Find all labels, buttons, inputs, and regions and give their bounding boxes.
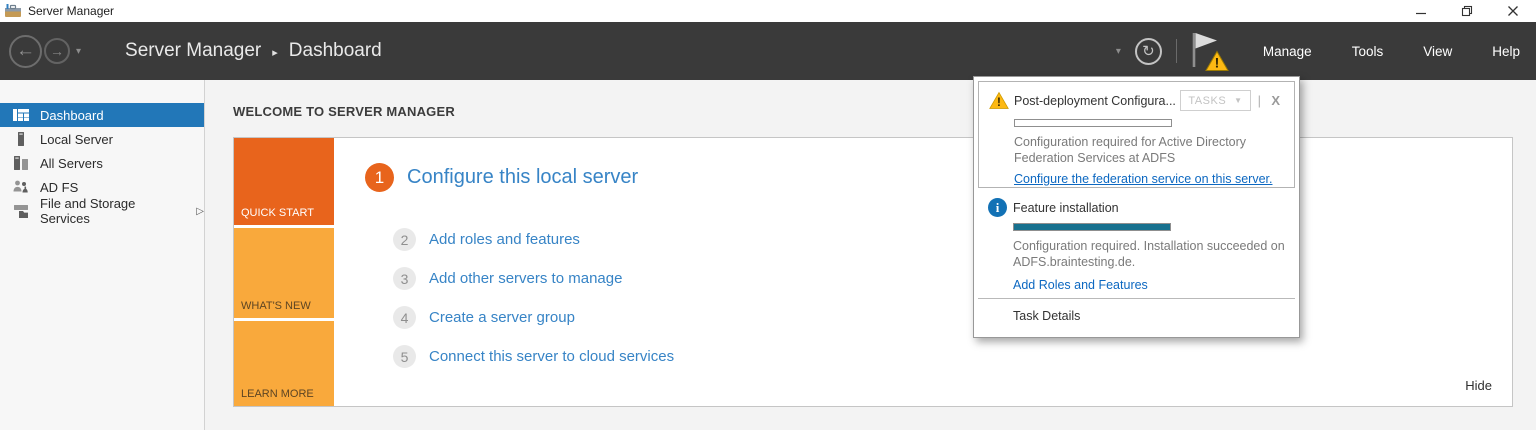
welcome-tile-tabs: QUICK START WHAT'S NEW LEARN MORE bbox=[234, 138, 334, 406]
tab-label: LEARN MORE bbox=[241, 388, 314, 400]
back-arrow-icon: ← bbox=[16, 40, 35, 61]
sidebar-item-label: File and Storage Services bbox=[40, 196, 136, 226]
sidebar-item-file-storage-services[interactable]: File and Storage Services ▷ bbox=[0, 196, 204, 226]
sidebar-item-local-server[interactable]: Local Server bbox=[0, 127, 204, 151]
window-titlebar: Server Manager bbox=[0, 0, 1536, 22]
server-manager-app-icon bbox=[5, 4, 21, 18]
step-link[interactable]: Create a server group bbox=[429, 309, 575, 326]
refresh-dropdown-caret[interactable]: ▾ bbox=[1116, 46, 1121, 57]
breadcrumb-dashboard[interactable]: Dashboard bbox=[289, 40, 382, 62]
history-dropdown-caret[interactable]: ▾ bbox=[76, 46, 81, 57]
task-details-link[interactable]: Task Details bbox=[1013, 309, 1080, 323]
progress-bar-empty bbox=[1014, 119, 1172, 127]
window-title: Server Manager bbox=[28, 4, 115, 18]
step-link[interactable]: Add roles and features bbox=[429, 231, 580, 248]
notification-description: Configuration required. Installation suc… bbox=[1013, 239, 1285, 269]
step-link[interactable]: Configure this local server bbox=[407, 166, 638, 189]
sidebar: Dashboard Local Server All Servers AD FS… bbox=[0, 80, 205, 430]
chevron-down-icon: ▼ bbox=[1234, 96, 1243, 105]
sidebar-item-all-servers[interactable]: All Servers bbox=[0, 151, 204, 175]
menu-manage[interactable]: Manage bbox=[1263, 44, 1312, 59]
close-button[interactable] bbox=[1490, 0, 1536, 22]
sidebar-item-label: Local Server bbox=[40, 131, 113, 147]
progress-bar-full bbox=[1013, 223, 1171, 231]
dashboard-content: WELCOME TO SERVER MANAGER QUICK START WH… bbox=[205, 80, 1536, 430]
svg-text:!: ! bbox=[1215, 55, 1220, 71]
step-add-roles-features[interactable]: 2 Add roles and features bbox=[393, 228, 580, 251]
breadcrumb-server-manager[interactable]: Server Manager bbox=[125, 40, 261, 62]
warning-icon: ! bbox=[989, 91, 1009, 115]
tab-learn-more[interactable]: LEARN MORE bbox=[234, 321, 334, 406]
step-number-badge: 1 bbox=[365, 163, 394, 192]
info-icon: i bbox=[988, 198, 1007, 217]
tasks-label: TASKS bbox=[1188, 94, 1227, 107]
notification-description: Configuration required for Active Direct… bbox=[1014, 135, 1247, 165]
step-connect-cloud-services[interactable]: 5 Connect this server to cloud services bbox=[393, 345, 674, 368]
tasks-dropdown-button[interactable]: TASKS ▼ bbox=[1180, 90, 1251, 111]
file-storage-icon bbox=[13, 203, 30, 219]
step-number-badge: 5 bbox=[393, 345, 416, 368]
tab-label: QUICK START bbox=[241, 207, 314, 219]
menu-view[interactable]: View bbox=[1423, 44, 1452, 59]
notification-title: Feature installation bbox=[1013, 201, 1119, 215]
step-configure-local-server[interactable]: 1 Configure this local server bbox=[365, 163, 638, 192]
configure-federation-service-link[interactable]: Configure the federation service on this… bbox=[1014, 172, 1272, 186]
back-button[interactable]: ← bbox=[9, 34, 42, 68]
navbar-divider bbox=[1175, 39, 1177, 63]
chevron-right-icon[interactable]: ▷ bbox=[196, 206, 204, 217]
forward-arrow-icon: → bbox=[50, 43, 64, 59]
menu-help[interactable]: Help bbox=[1492, 44, 1520, 59]
notification-close-button[interactable]: X bbox=[1271, 93, 1280, 108]
restore-button[interactable] bbox=[1444, 0, 1490, 22]
refresh-button[interactable]: ↻ bbox=[1134, 37, 1162, 65]
popup-divider-bar: | bbox=[1257, 93, 1261, 108]
step-number-badge: 2 bbox=[393, 228, 416, 251]
popup-divider bbox=[978, 298, 1295, 299]
sidebar-item-label: Dashboard bbox=[40, 107, 104, 123]
tab-whats-new[interactable]: WHAT'S NEW bbox=[234, 228, 334, 318]
svg-text:!: ! bbox=[997, 96, 1001, 109]
welcome-tile: QUICK START WHAT'S NEW LEARN MORE 1 Conf… bbox=[233, 137, 1513, 407]
hide-button[interactable]: Hide bbox=[1465, 378, 1492, 393]
sidebar-item-label: AD FS bbox=[40, 179, 79, 195]
welcome-heading: WELCOME TO SERVER MANAGER bbox=[233, 104, 455, 119]
warning-triangle-icon: ! bbox=[1205, 50, 1229, 71]
local-server-icon bbox=[13, 131, 30, 147]
tab-quick-start[interactable]: QUICK START bbox=[234, 138, 334, 225]
menu-tools[interactable]: Tools bbox=[1352, 44, 1384, 59]
notification-post-deployment: ! Post-deployment Configura... TASKS ▼ |… bbox=[978, 81, 1295, 188]
minimize-button[interactable] bbox=[1398, 0, 1444, 22]
step-number-badge: 3 bbox=[393, 267, 416, 290]
notifications-flag-button[interactable]: ! bbox=[1189, 31, 1229, 71]
forward-button[interactable]: → bbox=[44, 38, 70, 64]
step-add-other-servers[interactable]: 3 Add other servers to manage bbox=[393, 267, 622, 290]
breadcrumb-arrow-icon: ▸ bbox=[272, 46, 278, 59]
refresh-icon: ↻ bbox=[1142, 43, 1155, 60]
sidebar-item-dashboard[interactable]: Dashboard bbox=[0, 103, 204, 127]
step-create-server-group[interactable]: 4 Create a server group bbox=[393, 306, 575, 329]
notifications-popup: ! Post-deployment Configura... TASKS ▼ |… bbox=[973, 76, 1300, 338]
dashboard-grid-icon bbox=[13, 107, 30, 123]
step-number-badge: 4 bbox=[393, 306, 416, 329]
notification-title: Post-deployment Configura... bbox=[1014, 94, 1176, 108]
sidebar-item-label: All Servers bbox=[40, 155, 103, 171]
all-servers-icon bbox=[13, 155, 30, 171]
breadcrumb: Server Manager ▸ Dashboard bbox=[125, 40, 382, 62]
add-roles-features-link[interactable]: Add Roles and Features bbox=[1013, 278, 1148, 292]
navigation-bar: ← → ▾ Server Manager ▸ Dashboard ▾ ↻ ! M… bbox=[0, 22, 1536, 80]
step-link[interactable]: Add other servers to manage bbox=[429, 270, 622, 287]
step-link[interactable]: Connect this server to cloud services bbox=[429, 348, 674, 365]
ad-fs-users-key-icon bbox=[13, 179, 30, 195]
tab-label: WHAT'S NEW bbox=[241, 300, 311, 312]
